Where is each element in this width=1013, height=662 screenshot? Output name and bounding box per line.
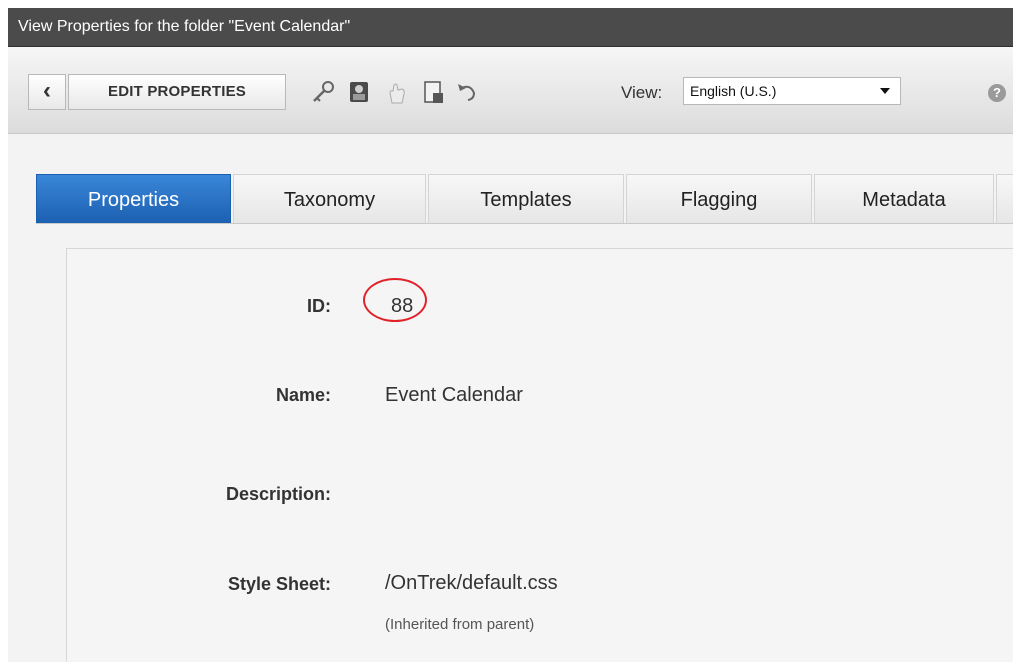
tab-templates[interactable]: Templates (428, 174, 624, 224)
tab-flagging[interactable]: Flagging (626, 174, 812, 224)
back-button[interactable]: ‹ (28, 74, 66, 110)
stylesheet-inherited-note: (Inherited from parent) (385, 616, 535, 633)
tab-taxonomy[interactable]: Taxonomy (233, 174, 426, 224)
description-label: Description: (225, 484, 331, 504)
properties-window: View Properties for the folder "Event Ca… (8, 8, 1013, 662)
view-label: View: (621, 83, 663, 102)
tabs-divider (36, 223, 1013, 224)
id-highlight-circle (363, 278, 427, 322)
undo-icon[interactable] (454, 79, 480, 105)
tab-overflow[interactable] (996, 174, 1013, 224)
edit-properties-button[interactable]: EDIT PROPERTIES (68, 74, 286, 110)
user-permissions-icon[interactable] (346, 79, 372, 105)
help-icon[interactable]: ? (988, 84, 1006, 102)
name-label: Name: (275, 385, 331, 405)
language-select-value: English (U.S.) (690, 83, 777, 99)
window-title: View Properties for the folder "Event Ca… (8, 8, 1013, 47)
language-select[interactable]: English (U.S.) (683, 77, 901, 105)
chevron-down-icon (880, 88, 890, 94)
stylesheet-label: Style Sheet: (227, 574, 331, 594)
tab-properties[interactable]: Properties (36, 174, 231, 224)
id-label: ID: (307, 296, 331, 316)
document-icon[interactable] (420, 79, 446, 105)
toolbar: ‹ EDIT PROPERTIES View: English (U.S.) ? (8, 47, 1013, 134)
stylesheet-value: /OnTrek/default.css (385, 572, 558, 594)
key-icon[interactable] (310, 79, 336, 105)
hand-icon[interactable] (384, 79, 410, 105)
name-value: Event Calendar (385, 384, 523, 406)
chevron-left-icon: ‹ (43, 77, 51, 104)
properties-panel (66, 248, 1013, 662)
tab-metadata[interactable]: Metadata (814, 174, 994, 224)
